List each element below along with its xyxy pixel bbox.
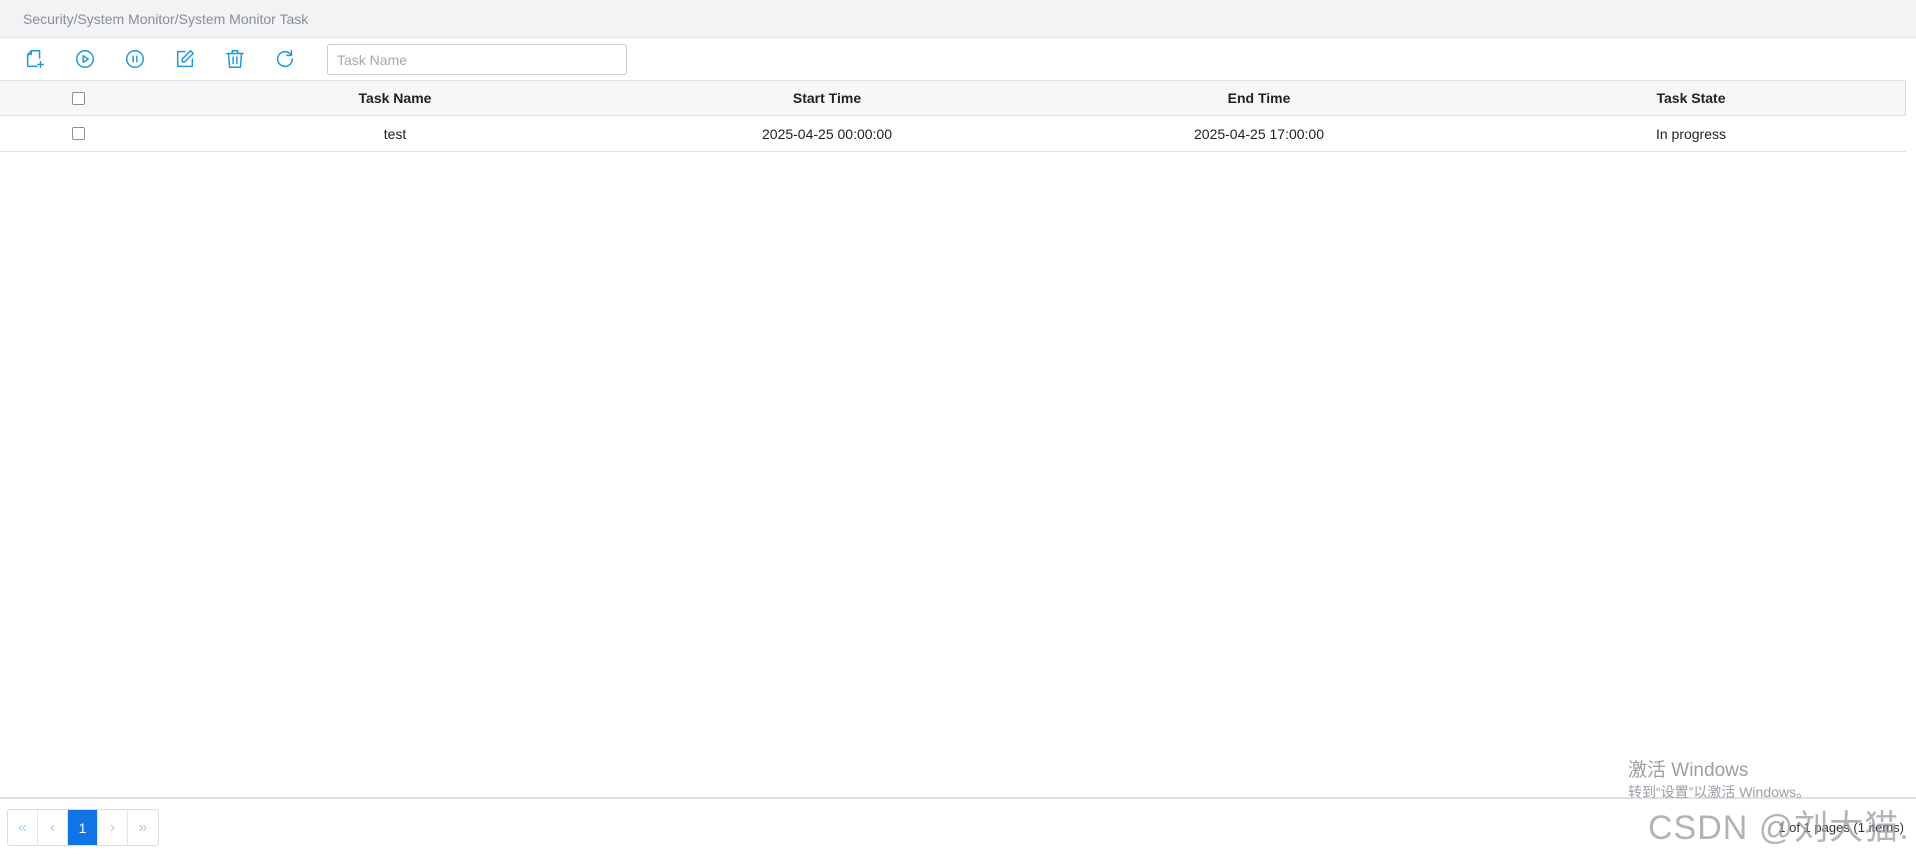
start-task-button[interactable] — [73, 47, 97, 71]
task-table: Task Name Start Time End Time Task State… — [0, 80, 1916, 152]
column-divider — [1905, 81, 1906, 117]
last-page-button[interactable]: » — [128, 810, 158, 845]
windows-activation-watermark: 激活 Windows 转到“设置”以激活 Windows。 — [1628, 760, 1810, 802]
prev-page-button[interactable]: ‹ — [38, 810, 68, 845]
play-circle-icon — [76, 50, 94, 68]
breadcrumb: Security/System Monitor/System Monitor T… — [0, 0, 1916, 38]
next-page-button[interactable]: › — [98, 810, 128, 845]
table-header: Task Name Start Time End Time Task State — [0, 80, 1906, 117]
toolbar — [0, 39, 1916, 79]
pagination-info: 1 of 1 pages (1 items) — [1778, 820, 1904, 835]
table-row[interactable]: test 2025-04-25 00:00:00 2025-04-25 17:0… — [0, 116, 1906, 152]
pagination-bar: « ‹ 1 › » 1 of 1 pages (1 items) — [0, 797, 1916, 854]
column-header-start-time[interactable]: Start Time — [627, 81, 1027, 115]
edit-icon — [176, 50, 194, 68]
pause-task-button[interactable] — [123, 47, 147, 71]
row-select-cell — [62, 116, 94, 151]
refresh-button[interactable] — [273, 47, 297, 71]
cell-task-name: test — [383, 125, 407, 142]
select-all-checkbox[interactable] — [71, 91, 85, 105]
column-header-end-time[interactable]: End Time — [1059, 81, 1459, 115]
column-header-task-name[interactable]: Task Name — [195, 81, 595, 115]
refresh-icon — [276, 50, 294, 68]
add-file-icon — [26, 50, 44, 68]
add-task-button[interactable] — [23, 47, 47, 71]
task-name-search-input[interactable] — [327, 44, 627, 75]
pager: « ‹ 1 › » — [7, 809, 159, 846]
edit-task-button[interactable] — [173, 47, 197, 71]
cell-start-time: 2025-04-25 00:00:00 — [762, 125, 892, 142]
page-number-button[interactable]: 1 — [68, 810, 98, 845]
first-page-button[interactable]: « — [8, 810, 38, 845]
cell-end-time: 2025-04-25 17:00:00 — [1194, 125, 1324, 142]
trash-icon — [226, 50, 244, 68]
cell-task-state: In progress — [1655, 125, 1727, 142]
delete-task-button[interactable] — [223, 47, 247, 71]
row-checkbox[interactable] — [71, 127, 85, 140]
column-header-task-state[interactable]: Task State — [1491, 81, 1891, 115]
windows-watermark-title: 激活 Windows — [1628, 760, 1749, 781]
select-all-cell — [62, 81, 94, 115]
pause-circle-icon — [126, 50, 144, 68]
